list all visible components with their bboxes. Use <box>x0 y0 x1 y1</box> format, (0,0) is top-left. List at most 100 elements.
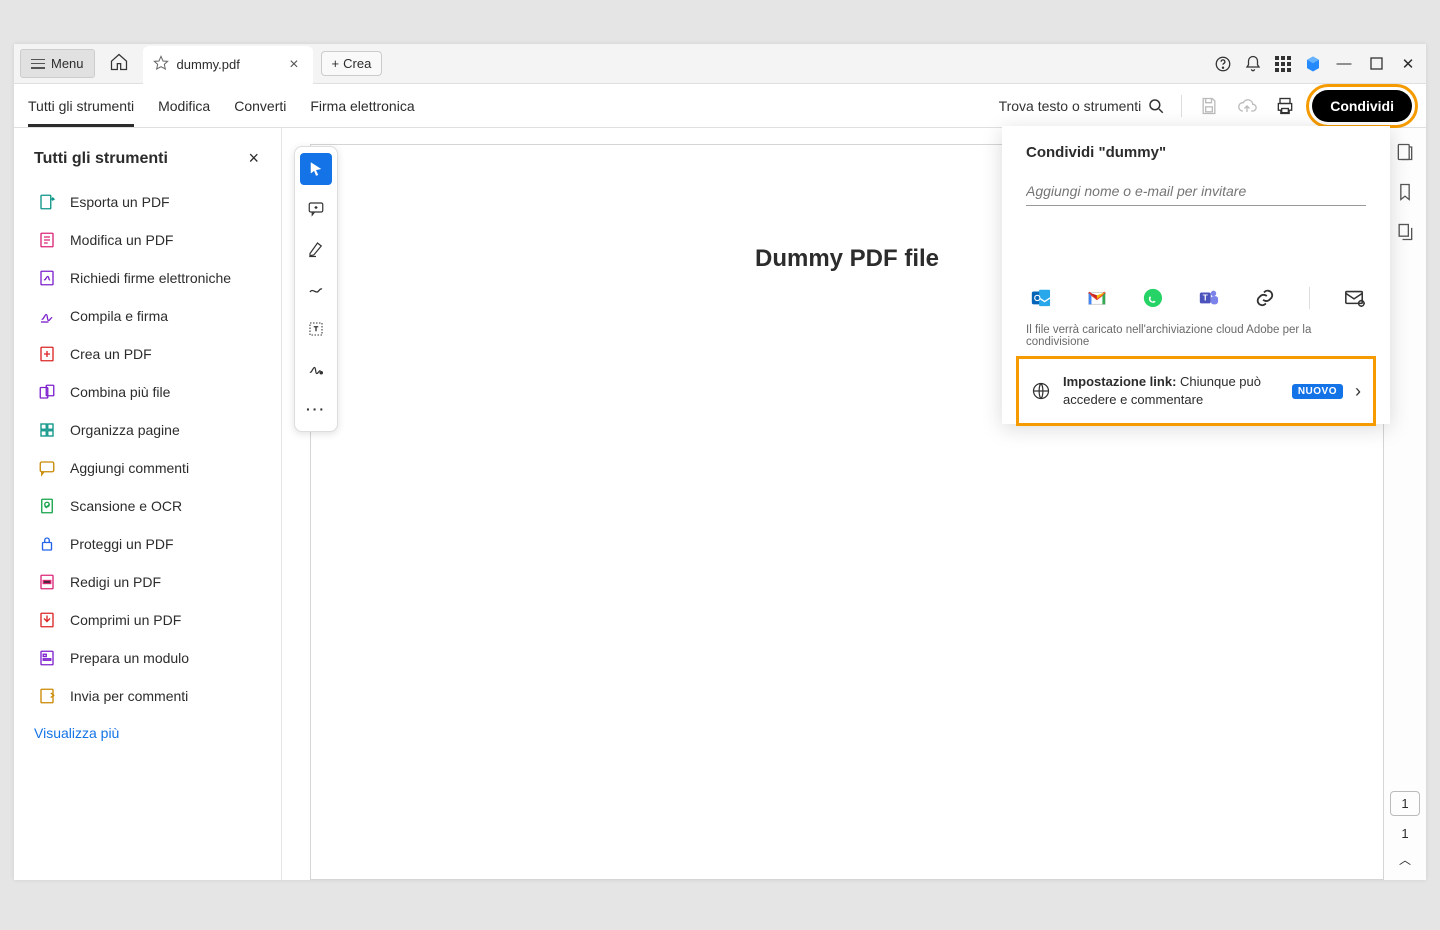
new-tab-button[interactable]: + Crea <box>321 51 383 76</box>
page-count: 1 <box>1401 826 1408 841</box>
tool-label: Modifica un PDF <box>70 232 173 248</box>
tool-icon <box>38 497 56 515</box>
view-more-link[interactable]: Visualizza più <box>34 725 119 741</box>
comment-tool-button[interactable] <box>300 193 332 225</box>
tool-item[interactable]: Comprimi un PDF <box>34 603 273 637</box>
tool-label: Proteggi un PDF <box>70 536 174 552</box>
tool-item[interactable]: Organizza pagine <box>34 413 273 447</box>
tool-icon <box>38 345 56 363</box>
svg-text:T: T <box>1202 294 1207 303</box>
search-tools[interactable]: Trova testo o strumenti <box>999 97 1166 115</box>
share-button[interactable]: Condividi <box>1312 90 1412 122</box>
divider <box>1181 95 1182 117</box>
tool-icon <box>38 269 56 287</box>
globe-icon <box>1031 381 1051 401</box>
tab-close-button[interactable]: × <box>285 56 302 74</box>
tool-label: Richiedi firme elettroniche <box>70 270 231 286</box>
tool-item[interactable]: Prepara un modulo <box>34 641 273 675</box>
tool-list: Esporta un PDF Modifica un PDF Richiedi fi… <box>34 185 273 713</box>
vertical-toolbar: ··· <box>294 146 338 432</box>
tab-esign[interactable]: Firma elettronica <box>310 86 414 126</box>
cloud-upload-note: Il file verrà caricato nell'archiviazion… <box>1026 324 1366 348</box>
all-tools-sidebar: Tutti gli strumenti × Esporta un PDFModi… <box>14 128 282 880</box>
draw-tool-button[interactable] <box>300 273 332 305</box>
search-icon <box>1147 97 1165 115</box>
tool-label: Organizza pagine <box>70 422 180 438</box>
tool-item[interactable]: Compila e firma <box>34 299 273 333</box>
tool-icon <box>38 383 56 401</box>
star-icon <box>153 55 169 74</box>
tool-item[interactable]: Crea un PDF <box>34 337 273 371</box>
grid-icon <box>1275 56 1291 72</box>
maximize-button[interactable] <box>1366 57 1386 70</box>
apps-grid-button[interactable] <box>1274 55 1292 73</box>
tool-label: Compila e firma <box>70 308 168 324</box>
tool-item[interactable]: Invia per commenti <box>34 679 273 713</box>
document-tab[interactable]: dummy.pdf × <box>143 46 313 84</box>
tool-label: Esporta un PDF <box>70 194 170 210</box>
teams-icon[interactable]: T <box>1198 284 1220 312</box>
share-panel-title: Condividi "dummy" <box>1026 144 1366 161</box>
hamburger-icon <box>31 59 45 69</box>
print-button[interactable] <box>1274 95 1296 117</box>
close-window-button[interactable]: ✕ <box>1398 55 1418 73</box>
menu-button[interactable]: Menu <box>20 49 95 78</box>
menu-label: Menu <box>51 56 84 71</box>
share-apps-row: T <box>1030 284 1366 312</box>
tool-icon <box>38 307 56 325</box>
link-setting-text: Impostazione link: Chiunque può accedere… <box>1063 373 1280 409</box>
tool-item[interactable]: Proteggi un PDF <box>34 527 273 561</box>
sign-tool-button[interactable] <box>300 353 332 385</box>
tool-icon <box>38 193 56 211</box>
tool-item[interactable]: Combina più file <box>34 375 273 409</box>
chevron-right-icon[interactable]: › <box>1355 381 1361 402</box>
home-button[interactable] <box>103 46 135 81</box>
tool-item[interactable]: Modifica un PDF <box>34 223 273 257</box>
toolbar-right: Trova testo o strumenti Condividi <box>999 90 1412 122</box>
highlight-tool-button[interactable] <box>300 233 332 265</box>
select-tool-button[interactable] <box>300 153 332 185</box>
minimize-button[interactable]: — <box>1334 55 1354 72</box>
tab-edit[interactable]: Modifica <box>158 86 210 126</box>
new-badge: NUOVO <box>1292 384 1343 399</box>
home-icon <box>109 52 129 72</box>
cloud-cube-icon[interactable] <box>1304 55 1322 73</box>
sidebar-close-button[interactable]: × <box>244 146 263 171</box>
help-button[interactable] <box>1214 55 1232 73</box>
tool-item[interactable]: Esporta un PDF <box>34 185 273 219</box>
notifications-button[interactable] <box>1244 55 1262 73</box>
page-number-input[interactable]: 1 <box>1390 791 1419 816</box>
rail-panel-icon-1[interactable] <box>1395 142 1415 162</box>
tool-icon <box>38 687 56 705</box>
copy-link-icon[interactable] <box>1254 284 1276 312</box>
text-tool-button[interactable] <box>300 313 332 345</box>
rail-thumbnails-icon[interactable] <box>1395 222 1415 242</box>
tool-item[interactable]: Richiedi firme elettroniche <box>34 261 273 295</box>
tool-label: Prepara un modulo <box>70 650 189 666</box>
search-placeholder-text: Trova testo o strumenti <box>999 98 1142 114</box>
tool-item[interactable]: Redigi un PDF <box>34 565 273 599</box>
tool-icon <box>38 231 56 249</box>
tool-label: Redigi un PDF <box>70 574 161 590</box>
tab-all-tools[interactable]: Tutti gli strumenti <box>28 86 134 126</box>
mail-settings-icon[interactable] <box>1344 284 1366 312</box>
upload-cloud-button[interactable] <box>1236 95 1258 117</box>
tab-convert[interactable]: Converti <box>234 86 286 126</box>
whatsapp-icon[interactable] <box>1142 284 1164 312</box>
tool-item[interactable]: Scansione e OCR <box>34 489 273 523</box>
more-tools-button[interactable]: ··· <box>300 393 332 425</box>
link-setting-row[interactable]: Impostazione link: Chiunque può accedere… <box>1016 356 1376 426</box>
invite-input[interactable] <box>1026 179 1366 206</box>
tool-icon <box>38 421 56 439</box>
save-button[interactable] <box>1198 95 1220 117</box>
scroll-top-button[interactable]: ︿ <box>1399 851 1411 868</box>
title-bar: Menu dummy.pdf × + Crea — ✕ <box>14 44 1426 84</box>
tool-label: Crea un PDF <box>70 346 152 362</box>
tool-label: Combina più file <box>70 384 170 400</box>
tool-label: Comprimi un PDF <box>70 612 181 628</box>
plus-icon: + <box>332 56 340 71</box>
tool-item[interactable]: Aggiungi commenti <box>34 451 273 485</box>
rail-bookmark-icon[interactable] <box>1395 182 1415 202</box>
outlook-icon[interactable] <box>1030 284 1052 312</box>
gmail-icon[interactable] <box>1086 284 1108 312</box>
